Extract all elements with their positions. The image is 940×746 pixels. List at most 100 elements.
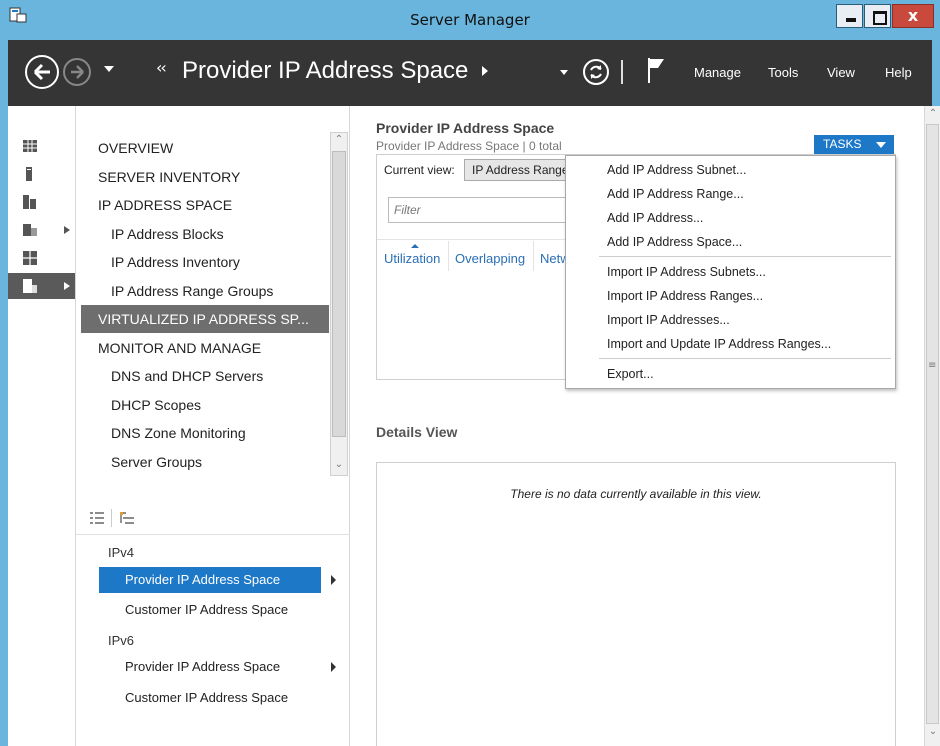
tree-expand-arrow-icon[interactable] bbox=[331, 575, 336, 585]
ipam-icon bbox=[23, 251, 37, 265]
menu-help[interactable]: Help bbox=[885, 65, 912, 80]
notifications-flag-icon[interactable] bbox=[646, 56, 666, 84]
all-servers-icon bbox=[23, 195, 36, 209]
menu-add-ip-address-range[interactable]: Add IP Address Range... bbox=[607, 187, 744, 201]
tasks-dropdown-icon bbox=[876, 142, 886, 148]
back-arrow-icon bbox=[33, 63, 50, 81]
menu-import-ip-address-subnets[interactable]: Import IP Address Subnets... bbox=[607, 265, 766, 279]
main-scrollbar-thumb[interactable] bbox=[926, 124, 939, 724]
role-rail bbox=[8, 106, 76, 746]
scroll-down-icon[interactable]: ⌄ bbox=[331, 459, 347, 475]
refresh-dropdown-icon[interactable] bbox=[560, 70, 568, 75]
current-view-label: Current view: bbox=[384, 163, 455, 177]
tasks-menu: Add IP Address Subnet... Add IP Address … bbox=[565, 155, 896, 389]
ipam-selected-icon bbox=[23, 279, 37, 293]
nav-scrollbar[interactable]: ⌃ ⌄ bbox=[330, 132, 348, 476]
tree-ipv4-provider-space[interactable]: Provider IP Address Space bbox=[99, 567, 321, 593]
nav-dns-zone-monitoring[interactable]: DNS Zone Monitoring bbox=[81, 419, 329, 447]
minimize-button[interactable] bbox=[836, 4, 863, 28]
nav-monitor-and-manage[interactable]: MONITOR AND MANAGE bbox=[81, 334, 329, 362]
nav-ip-address-blocks[interactable]: IP Address Blocks bbox=[81, 220, 329, 248]
server-manager-window: Server Manager x ‹‹ Provider IP Address … bbox=[0, 0, 940, 746]
rail-local-server[interactable] bbox=[8, 161, 75, 187]
breadcrumb-back-icon[interactable]: ‹‹ bbox=[156, 58, 167, 77]
column-overlapping[interactable]: Overlapping bbox=[455, 251, 525, 266]
nav-ip-address-space[interactable]: IP ADDRESS SPACE bbox=[81, 191, 329, 219]
menu-manage[interactable]: Manage bbox=[694, 65, 741, 80]
section-subtitle: Provider IP Address Space | 0 total bbox=[376, 139, 562, 153]
navigation-pane: OVERVIEW SERVER INVENTORY IP ADDRESS SPA… bbox=[76, 106, 350, 746]
nav-ip-address-inventory[interactable]: IP Address Inventory bbox=[81, 248, 329, 276]
expand-arrow-icon bbox=[64, 282, 70, 290]
close-icon: x bbox=[907, 6, 919, 25]
nav-dns-dhcp-servers[interactable]: DNS and DHCP Servers bbox=[81, 362, 329, 390]
tasks-button[interactable]: TASKS bbox=[814, 135, 894, 155]
rail-file-storage[interactable] bbox=[8, 217, 75, 243]
dashboard-icon bbox=[23, 140, 37, 152]
local-server-icon bbox=[26, 167, 32, 181]
filter-input[interactable]: Filter bbox=[388, 197, 588, 223]
forward-arrow-icon bbox=[71, 65, 84, 79]
column-utilization[interactable]: Utilization bbox=[384, 251, 440, 266]
nav-server-groups[interactable]: Server Groups bbox=[81, 448, 329, 476]
breadcrumb-next-icon[interactable] bbox=[482, 66, 488, 76]
tree-expand-arrow-icon[interactable] bbox=[331, 662, 336, 672]
details-empty-message: There is no data currently available in … bbox=[510, 487, 762, 501]
scroll-up-icon[interactable]: ⌃ bbox=[331, 134, 347, 150]
tree-divider bbox=[76, 534, 350, 535]
history-dropdown-icon[interactable] bbox=[104, 66, 114, 72]
file-storage-icon bbox=[23, 224, 37, 236]
nav-scrollbar-thumb[interactable] bbox=[332, 151, 346, 437]
nav-ip-address-range-groups[interactable]: IP Address Range Groups bbox=[81, 277, 329, 305]
menu-import-ip-address-ranges[interactable]: Import IP Address Ranges... bbox=[607, 289, 763, 303]
nav-dhcp-scopes[interactable]: DHCP Scopes bbox=[81, 391, 329, 419]
tree-ipv6-provider-space[interactable]: Provider IP Address Space bbox=[99, 654, 321, 680]
header-bar: ‹‹ Provider IP Address Space Manage Tool… bbox=[8, 40, 932, 106]
menu-tools[interactable]: Tools bbox=[768, 65, 798, 80]
maximize-button[interactable] bbox=[864, 4, 891, 28]
details-view-title: Details View bbox=[376, 424, 458, 440]
menu-add-ip-address-space[interactable]: Add IP Address Space... bbox=[607, 235, 742, 249]
header-divider bbox=[621, 60, 623, 84]
menu-import-update-ip-address-ranges[interactable]: Import and Update IP Address Ranges... bbox=[607, 337, 831, 351]
forward-button[interactable] bbox=[63, 58, 91, 86]
nav-virtualized-ip-address-space[interactable]: VIRTUALIZED IP ADDRESS SP... bbox=[81, 305, 329, 333]
tree-ipv4-customer-space[interactable]: Customer IP Address Space bbox=[99, 597, 321, 623]
menu-add-ip-address-subnet[interactable]: Add IP Address Subnet... bbox=[607, 163, 746, 177]
column-separator bbox=[448, 241, 449, 271]
nav-server-inventory[interactable]: SERVER INVENTORY bbox=[81, 163, 329, 191]
rail-ipam-selected[interactable] bbox=[8, 273, 75, 299]
window-title: Server Manager bbox=[410, 11, 530, 29]
sort-ascending-icon bbox=[411, 244, 419, 248]
tree-view-icon[interactable] bbox=[120, 512, 134, 524]
menu-view[interactable]: View bbox=[827, 65, 855, 80]
tree-ipv6-customer-space[interactable]: Customer IP Address Space bbox=[99, 685, 321, 711]
scroll-up-icon[interactable]: ⌃ bbox=[926, 108, 940, 124]
menu-export[interactable]: Export... bbox=[607, 367, 654, 381]
nav-overview[interactable]: OVERVIEW bbox=[81, 134, 329, 162]
refresh-icon[interactable] bbox=[582, 58, 610, 86]
scrollbar-grip-icon: ≡ bbox=[928, 360, 937, 371]
menu-icon-gutter bbox=[566, 156, 599, 388]
menu-add-ip-address[interactable]: Add IP Address... bbox=[607, 211, 703, 225]
flat-list-view-icon[interactable] bbox=[90, 512, 104, 524]
main-scrollbar[interactable]: ⌃ ≡ ⌄ bbox=[924, 106, 940, 746]
tree-group-ipv6: IPv6 bbox=[108, 633, 135, 648]
title-bar: Server Manager x bbox=[0, 0, 940, 40]
rail-all-servers[interactable] bbox=[8, 189, 75, 215]
details-panel: There is no data currently available in … bbox=[376, 462, 896, 746]
menu-separator bbox=[599, 256, 891, 257]
rail-dashboard[interactable] bbox=[8, 133, 75, 159]
menu-import-ip-addresses[interactable]: Import IP Addresses... bbox=[607, 313, 730, 327]
breadcrumb-title: Provider IP Address Space bbox=[182, 57, 469, 84]
back-button[interactable] bbox=[25, 55, 59, 89]
toolbar-divider bbox=[111, 509, 112, 527]
tasks-label: TASKS bbox=[823, 137, 862, 151]
rail-ipam[interactable] bbox=[8, 245, 75, 271]
close-button[interactable]: x bbox=[892, 4, 934, 28]
menu-separator bbox=[599, 358, 891, 359]
scroll-down-icon[interactable]: ⌄ bbox=[926, 726, 940, 742]
section-title: Provider IP Address Space bbox=[376, 120, 555, 136]
column-separator bbox=[533, 241, 534, 271]
tree-group-ipv4: IPv4 bbox=[108, 545, 135, 560]
